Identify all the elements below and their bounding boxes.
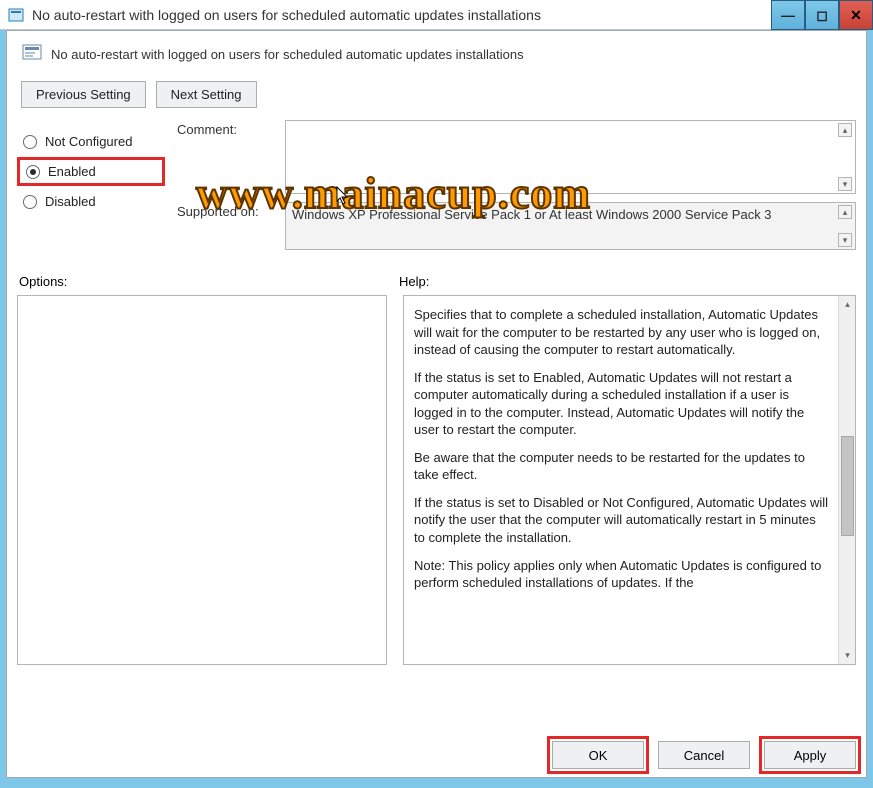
previous-setting-button[interactable]: Previous Setting (21, 81, 146, 108)
close-button[interactable]: ✕ (839, 0, 873, 30)
state-radio-group: Not Configured Enabled Disabled (17, 120, 165, 258)
radio-label: Not Configured (45, 134, 132, 149)
supported-on-label: Supported on: (177, 202, 285, 219)
scroll-up-icon[interactable]: ▴ (838, 205, 852, 219)
supported-on-value: Windows XP Professional Service Pack 1 o… (285, 202, 856, 250)
scroll-down-icon[interactable]: ▾ (838, 233, 852, 247)
scroll-down-icon[interactable]: ▾ (839, 647, 856, 664)
scroll-up-icon[interactable]: ▴ (839, 296, 856, 313)
next-setting-button[interactable]: Next Setting (156, 81, 257, 108)
radio-enabled[interactable]: Enabled (17, 157, 165, 186)
radio-disabled[interactable]: Disabled (17, 190, 165, 213)
supported-scrollbar[interactable]: ▴ ▾ (837, 205, 853, 247)
help-panel[interactable]: Specifies that to complete a scheduled i… (403, 295, 856, 665)
ok-button[interactable]: OK (552, 741, 644, 769)
minimize-button[interactable]: — (771, 0, 805, 30)
radio-label: Enabled (48, 164, 96, 179)
policy-icon (21, 43, 43, 65)
help-paragraph: If the status is set to Enabled, Automat… (414, 369, 829, 439)
radio-icon (23, 195, 37, 209)
policy-header: No auto-restart with logged on users for… (17, 41, 856, 71)
help-label: Help: (399, 274, 856, 289)
scroll-thumb[interactable] (841, 436, 854, 536)
help-paragraph: If the status is set to Disabled or Not … (414, 494, 829, 547)
help-scrollbar[interactable]: ▴ ▾ (838, 296, 855, 664)
help-paragraph: Note: This policy applies only when Auto… (414, 557, 829, 592)
dialog-body: No auto-restart with logged on users for… (6, 30, 867, 778)
comment-textarea[interactable]: ▴ ▾ (285, 120, 856, 194)
maximize-button[interactable]: ◻ (805, 0, 839, 30)
scroll-up-icon[interactable]: ▴ (838, 123, 852, 137)
options-label: Options: (19, 274, 399, 289)
radio-icon (23, 135, 37, 149)
help-paragraph: Be aware that the computer needs to be r… (414, 449, 829, 484)
radio-not-configured[interactable]: Not Configured (17, 130, 165, 153)
help-paragraph: Specifies that to complete a scheduled i… (414, 306, 829, 359)
gpo-window-icon (8, 7, 24, 23)
policy-title: No auto-restart with logged on users for… (51, 47, 524, 62)
options-panel[interactable] (17, 295, 387, 665)
radio-icon (26, 165, 40, 179)
cancel-button[interactable]: Cancel (658, 741, 750, 769)
comment-scrollbar[interactable]: ▴ ▾ (837, 123, 853, 191)
scroll-down-icon[interactable]: ▾ (838, 177, 852, 191)
titlebar[interactable]: No auto-restart with logged on users for… (0, 0, 873, 30)
window-controls: — ◻ ✕ (771, 0, 873, 30)
apply-button[interactable]: Apply (764, 741, 856, 769)
window-title: No auto-restart with logged on users for… (32, 7, 865, 23)
comment-label: Comment: (177, 120, 285, 137)
radio-label: Disabled (45, 194, 96, 209)
